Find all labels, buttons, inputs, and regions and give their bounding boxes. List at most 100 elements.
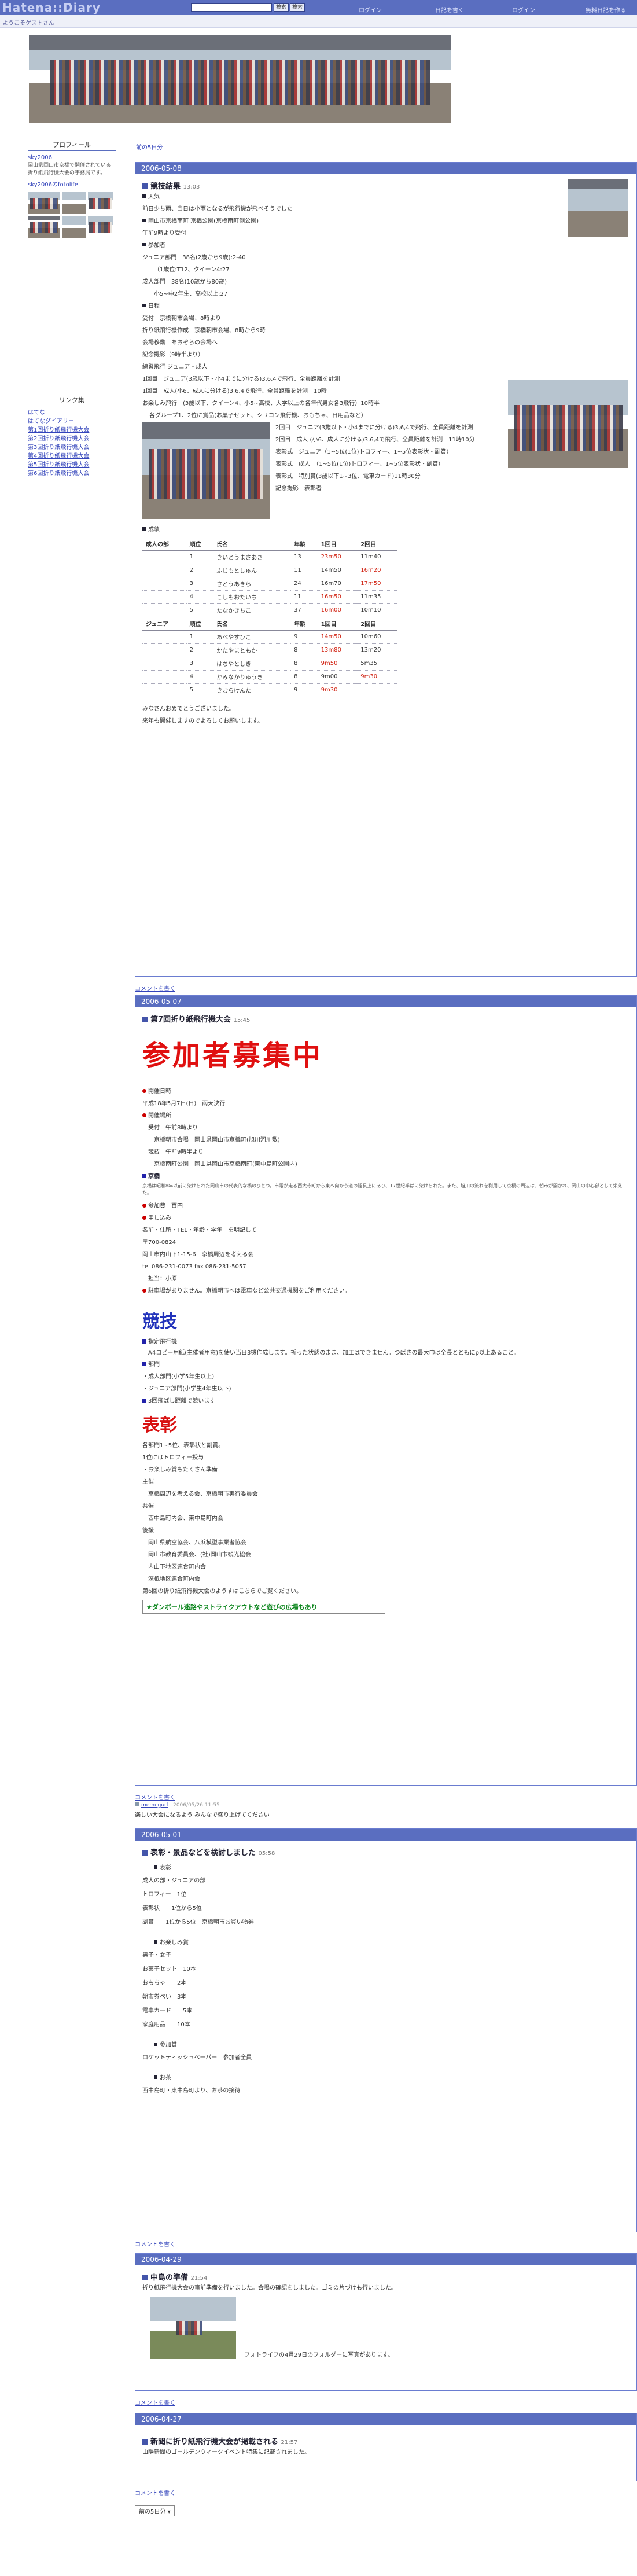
diary-day: 2006-05-07 第7回折り紙飛行機大会 15:45 参加者募集中 開催日時…: [135, 995, 637, 1786]
entry-title-link[interactable]: 新聞に折り紙飛行機大会が掲載される: [150, 2438, 278, 2446]
organizer-text: 京橋周辺を考える会、京橋朝市実行委員会: [148, 1491, 258, 1497]
thumb-photo[interactable]: [62, 216, 86, 238]
table-row: 2 ふじもとしゅん 11 14m50 16m20: [142, 564, 397, 577]
apply-line: tel 086-231-0073 fax 086-231-5057: [142, 1264, 246, 1270]
top-link-login[interactable]: ログイン: [359, 5, 382, 14]
comment-link[interactable]: コメントを書く: [135, 984, 175, 992]
past-contest-text[interactable]: 第6回の折り紙飛行機大会のようすはこちらでご覧ください。: [142, 1585, 629, 1598]
sidebar-link-contest-1[interactable]: 第1回折り紙飛行機大会: [28, 426, 116, 435]
comment-user[interactable]: memegurl: [141, 1802, 168, 1808]
search-input[interactable]: [191, 3, 272, 12]
profile-user-link[interactable]: sky2006: [28, 153, 116, 162]
comment-link[interactable]: コメントを書く: [135, 2488, 175, 2497]
day-date[interactable]: 2006-04-29: [135, 2254, 636, 2265]
entry-title: 競技結果 13:03: [142, 180, 629, 191]
table-header: 順位: [186, 537, 213, 551]
site-logo[interactable]: Hatena::Diary: [2, 1, 101, 14]
table-row: 5 きむらけんた 9 9m30: [142, 683, 397, 697]
entry-title: 中島の準備 21:54: [142, 2271, 629, 2282]
top-link-create[interactable]: 無料日記を作る: [586, 5, 626, 14]
fun-prize-heading: お楽しみ賞: [160, 1940, 189, 1946]
next-days-link[interactable]: 前の5日分 ▾: [135, 2505, 175, 2516]
top-link-login-2[interactable]: ログイン: [512, 5, 535, 14]
fun-prize-item: 電車カード 5本: [142, 2008, 193, 2014]
schedule-item: 折り紙飛行機作成 京橋朝市会場、8時から9時: [142, 327, 266, 334]
thumb-photo[interactable]: [88, 216, 113, 238]
comment-link[interactable]: コメントを書く: [135, 2398, 175, 2406]
rule-heading: 指定飛行機: [148, 1339, 177, 1345]
results-heading: 成績: [148, 527, 160, 533]
comment-user-icon: [135, 1802, 139, 1806]
entry-title: 新聞に折り紙飛行機大会が掲載される 21:57: [142, 2435, 629, 2446]
diary-day: 2006-05-01 表彰・景品などを検討しました 05:58 表彰 成人の部・…: [135, 1828, 637, 2232]
sidebar-link-contest-4[interactable]: 第4回折り紙飛行機大会: [28, 452, 116, 461]
fotolife-link[interactable]: sky2006のfotolife: [28, 181, 116, 189]
thumb-photo[interactable]: [88, 192, 113, 214]
profile-description: 岡山県岡山市京橋で開催されている折り紙飛行機大会の事務局です。: [28, 163, 111, 176]
top-link-write[interactable]: 日記を書く: [435, 5, 464, 14]
comment-link[interactable]: コメントを書く: [135, 1793, 175, 1801]
table-header: ジュニア: [142, 617, 186, 631]
day-date[interactable]: 2006-05-08: [135, 163, 636, 174]
table-row: 1 あべやすひこ 9 14m50 10m60: [142, 630, 397, 644]
schedule-item: 会場移動 あおぞらの会場へ: [142, 340, 218, 346]
entry-time: 21:57: [281, 2439, 298, 2446]
tea-heading: お茶: [160, 2075, 171, 2081]
entry-photo-3[interactable]: [142, 422, 270, 519]
place-reception: 受付 午前8時より: [148, 1125, 198, 1131]
sidebar-link-diary[interactable]: はてなダイアリー: [28, 417, 116, 426]
award-line: 1位にはトロフィー授与: [142, 1455, 204, 1461]
table-header: 1回目: [317, 617, 358, 631]
thumb-photo[interactable]: [28, 192, 60, 214]
sidebar-link-contest-6[interactable]: 第6回折り紙飛行機大会: [28, 469, 116, 478]
prev-days-link[interactable]: 前の5日分: [136, 142, 163, 151]
play-area-banner: ★ダンボール迷路やストライクアウトなど遊びの広場もあり: [142, 1600, 385, 1614]
schedule-heading: 日程: [148, 303, 160, 310]
search-button[interactable]: 検索: [274, 3, 289, 12]
award-heading: 表彰: [142, 1415, 177, 1436]
place-contest-venue: 京橋南町公園 岡山県岡山市京橋南町(東中島町公園内): [154, 1161, 297, 1168]
entry-photo[interactable]: [568, 179, 628, 237]
next-year-text: 来年も開催しますのでよろしくお願いします。: [142, 717, 263, 724]
entry-title-link[interactable]: 表彰・景品などを検討しました: [150, 1849, 256, 1857]
table-row: 4 かみなかりゅうき 8 9m00 9m30: [142, 670, 397, 684]
entry-title: 第7回折り紙飛行機大会 15:45: [142, 1013, 629, 1024]
sidebar-link-contest-5[interactable]: 第5回折り紙飛行機大会: [28, 461, 116, 469]
fun-prize-item: お菓子セット 10本: [142, 1966, 196, 1973]
thumb-photo[interactable]: [62, 192, 86, 214]
comment-link[interactable]: コメントを書く: [135, 2239, 175, 2248]
participation-prize-heading: 参加賞: [160, 2042, 177, 2048]
day-date[interactable]: 2006-05-07: [135, 996, 636, 1007]
adult-results-table: 成人の部 順位 氏名 年齢 1回目 2回目 1 きいとうまさあき 13 23m50 11…: [142, 537, 397, 697]
day-date[interactable]: 2006-05-01: [135, 1829, 636, 1841]
entry-title-link[interactable]: 競技結果: [150, 182, 181, 191]
search-button-2[interactable]: 検索: [290, 3, 305, 12]
place-reception-venue: 京橋朝市会場 岡山県岡山市京橋町(旭川河川敷): [154, 1137, 280, 1143]
entry-time: 15:45: [233, 1017, 251, 1024]
participation-prize-item: ロケットティッシュペーパー 参加者全員: [142, 2055, 252, 2061]
sponsor-item: 岡山県航空協会、八浜模型事業者協会: [148, 1540, 246, 1546]
table-row: 3 さとうあきら 24 16m70 17m50: [142, 577, 397, 591]
entry-text: 山陽新聞のゴールデンウィークイベント特集に記載されました。: [142, 2449, 310, 2456]
entry-photo[interactable]: [150, 2297, 236, 2359]
entry-time: 13:03: [183, 184, 200, 190]
entry-title-link[interactable]: 中島の準備: [150, 2273, 188, 2282]
thumb-photo[interactable]: [28, 216, 60, 238]
table-header: 年齢: [290, 537, 318, 551]
welcome-text: ようこそゲストさん: [2, 20, 54, 27]
table-header: 順位: [186, 617, 213, 631]
table-header: 氏名: [213, 617, 291, 631]
star-icon: ★: [146, 1603, 152, 1611]
sidebar-link-contest-3[interactable]: 第3回折り紙飛行機大会: [28, 443, 116, 452]
sub-bar: ようこそゲストさん: [0, 15, 637, 28]
place-contest: 競技 午前9時半より: [148, 1149, 204, 1155]
profile-heading: プロフィール: [28, 139, 116, 151]
diary-day: 2006-04-29 中島の準備 21:54 折り紙飛行機大会の事前準備を行いま…: [135, 2253, 637, 2391]
table-row: 5 たなかきちこ 37 16m00 10m10: [142, 603, 397, 617]
entry-title-link[interactable]: 第7回折り紙飛行機大会: [150, 1015, 231, 1024]
sidebar-link-contest-2[interactable]: 第2回折り紙飛行機大会: [28, 435, 116, 443]
day-date[interactable]: 2006-04-27: [135, 2413, 636, 2425]
table-header: 2回目: [357, 617, 397, 631]
award-item: 成人の部・ジュニアの部: [142, 1878, 206, 1884]
sidebar-link-hatena[interactable]: はてな: [28, 409, 116, 417]
